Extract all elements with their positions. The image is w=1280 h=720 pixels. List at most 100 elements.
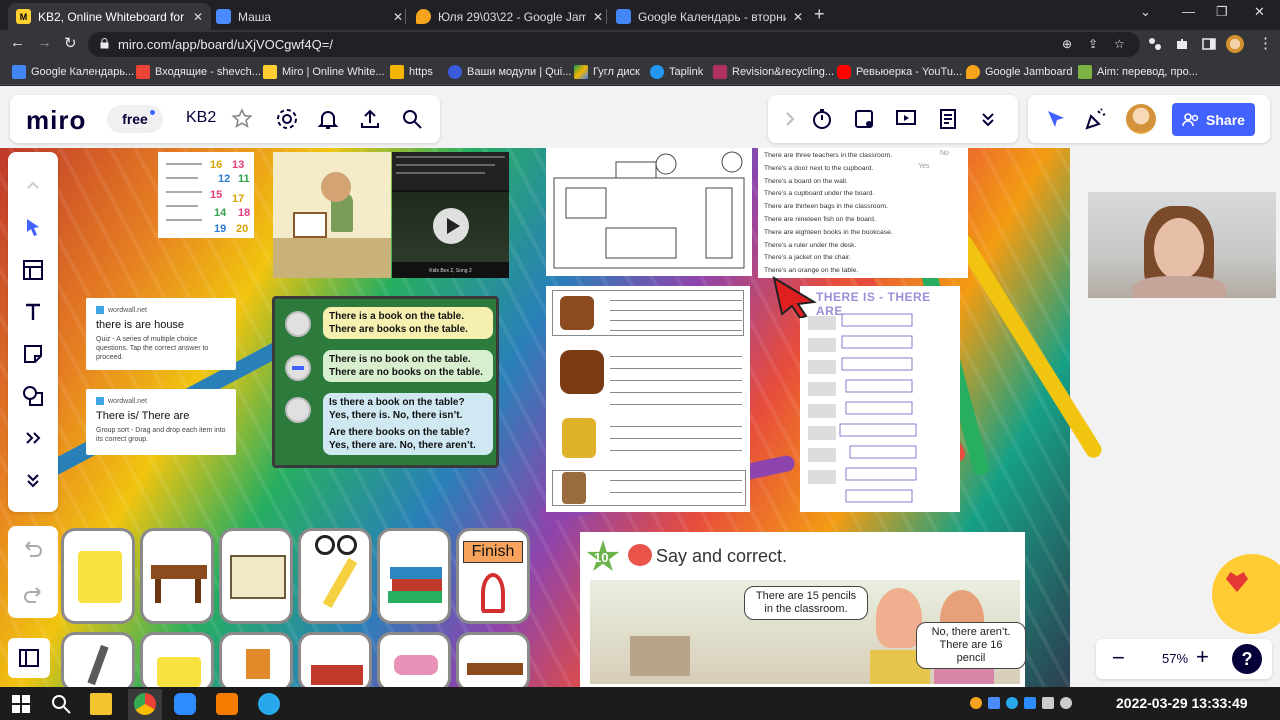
- puzzle-icon[interactable]: [1175, 37, 1189, 51]
- video-card[interactable]: Kids Box 2, Song 2: [392, 152, 509, 278]
- star-icon[interactable]: [230, 107, 254, 131]
- picture-tile-books[interactable]: [377, 528, 451, 624]
- timer-icon[interactable]: [810, 107, 834, 131]
- true-false-list[interactable]: There are three teachers in the classroo…: [758, 148, 968, 278]
- sidepanel-icon[interactable]: [1202, 37, 1216, 51]
- zoom-out-button[interactable]: −: [1112, 645, 1125, 671]
- reload-icon[interactable]: ↻: [64, 34, 77, 52]
- user-avatar[interactable]: [1126, 104, 1156, 134]
- zoom-in-button[interactable]: +: [1196, 644, 1209, 670]
- bookmark-item[interactable]: Revision&recycling...: [713, 64, 834, 80]
- chevron-right-icon[interactable]: [778, 107, 802, 131]
- address-bar[interactable]: miro.com/app/board/uXjVOCgwf4Q=/ ⊕ ⇪ ☆: [88, 32, 1140, 57]
- bookmark-item[interactable]: Ревьюерка - YouTu...: [837, 64, 962, 80]
- wordwall-card[interactable]: wordwall.net there is are house Quiz - A…: [86, 298, 236, 370]
- wordwall-card[interactable]: wordwall.net There is/ There are Group s…: [86, 389, 236, 455]
- tab-calendar[interactable]: Google Календарь - вторник, 29 ✕: [608, 3, 811, 30]
- back-icon[interactable]: ←: [10, 34, 25, 51]
- chevron-down-icon[interactable]: [21, 468, 45, 492]
- picture-tile-finish[interactable]: Finish: [456, 528, 530, 624]
- search-icon[interactable]: [50, 693, 72, 715]
- tab-miro[interactable]: M KB2, Online Whiteboard for Visu ✕: [8, 3, 211, 30]
- extension-icon[interactable]: [1148, 37, 1162, 51]
- number-grid-card[interactable]: 16 13 12 11 15 17 14 18 19 20: [158, 152, 254, 238]
- profile-avatar[interactable]: [1226, 35, 1244, 53]
- presentation-icon[interactable]: [894, 107, 918, 131]
- tab-masha[interactable]: Маша ✕: [208, 3, 411, 30]
- zoom-icon[interactable]: ⊕: [1062, 37, 1072, 51]
- undo-icon[interactable]: [21, 536, 45, 560]
- close-icon[interactable]: ✕: [193, 10, 203, 24]
- plan-badge[interactable]: free: [107, 105, 163, 133]
- windows-start-icon[interactable]: [10, 693, 32, 715]
- tab-search-icon[interactable]: ⌄: [1140, 4, 1151, 20]
- notes-icon[interactable]: [936, 107, 960, 131]
- text-icon[interactable]: [21, 300, 45, 324]
- grammar-card[interactable]: There is a book on the table. There are …: [272, 296, 499, 468]
- picture-tile[interactable]: [219, 632, 293, 687]
- chevron-down-icon[interactable]: [976, 107, 1000, 131]
- close-icon[interactable]: ✕: [593, 10, 603, 24]
- classroom-illustration[interactable]: [273, 152, 391, 278]
- there-is-worksheet[interactable]: THERE IS - THERE ARE: [800, 286, 960, 512]
- board-name[interactable]: KB2: [186, 109, 216, 127]
- file-explorer-icon[interactable]: [90, 693, 112, 715]
- picture-tile[interactable]: [456, 632, 530, 687]
- window-close-icon[interactable]: ✕: [1254, 4, 1265, 20]
- share-button[interactable]: Share: [1172, 103, 1255, 136]
- bookmark-item[interactable]: Taplink: [650, 64, 703, 80]
- minimize-icon[interactable]: —: [1182, 4, 1195, 19]
- upload-icon[interactable]: [358, 107, 382, 131]
- bookmark-item[interactable]: Google Календарь...: [12, 64, 134, 80]
- zoom-level[interactable]: 57%: [1162, 651, 1188, 666]
- settings-icon[interactable]: [275, 107, 299, 131]
- bookmark-item[interactable]: https: [390, 64, 433, 80]
- app-icon[interactable]: [216, 693, 238, 715]
- templates-icon[interactable]: [21, 258, 45, 282]
- sticky-note-icon[interactable]: [21, 342, 45, 366]
- picture-tile-pencil[interactable]: [298, 528, 372, 624]
- reactions-icon[interactable]: [1084, 107, 1108, 131]
- close-icon[interactable]: ✕: [793, 10, 803, 24]
- picture-tile[interactable]: [298, 632, 372, 687]
- picture-tile[interactable]: [140, 632, 214, 687]
- bag-worksheet[interactable]: [546, 286, 750, 512]
- close-icon[interactable]: ✕: [393, 10, 403, 24]
- system-tray[interactable]: [970, 697, 1090, 711]
- picture-tile-crayons[interactable]: [61, 528, 135, 624]
- bookmark-item[interactable]: Входящие - shevch...: [136, 64, 261, 80]
- tab-jamboard[interactable]: Юля 29\03\22 - Google Jamboar ✕: [408, 3, 611, 30]
- miro-logo[interactable]: miro: [26, 105, 86, 136]
- chrome-icon[interactable]: [134, 693, 156, 715]
- play-icon[interactable]: [433, 208, 469, 244]
- say-and-correct-card[interactable]: 10 Say and correct. There are 15 pencils…: [580, 532, 1026, 687]
- chevron-up-icon[interactable]: [21, 174, 45, 198]
- telegram-icon[interactable]: [258, 693, 280, 715]
- select-icon[interactable]: [21, 216, 45, 240]
- picture-tile[interactable]: [377, 632, 451, 687]
- cursor-filter-icon[interactable]: [1044, 107, 1068, 131]
- picture-tile-chart[interactable]: [219, 528, 293, 624]
- bell-icon[interactable]: [316, 107, 340, 131]
- search-icon[interactable]: [400, 107, 424, 131]
- share-page-icon[interactable]: ⇪: [1088, 37, 1098, 51]
- miro-board[interactable]: 16 13 12 11 15 17 14 18 19 20 Kids Box 2…: [0, 86, 1280, 687]
- help-button[interactable]: ?: [1232, 644, 1262, 674]
- frames-panel-button[interactable]: [8, 638, 50, 678]
- bookmark-item[interactable]: Ваши модули | Qui...: [448, 64, 571, 80]
- bookmark-item[interactable]: Google Jamboard: [966, 64, 1072, 80]
- new-tab-button[interactable]: +: [814, 4, 825, 25]
- bookmark-star-icon[interactable]: ☆: [1114, 37, 1125, 51]
- classroom-drawing[interactable]: [546, 148, 752, 276]
- redo-icon[interactable]: [21, 582, 45, 606]
- bookmark-item[interactable]: Miro | Online White...: [263, 64, 385, 80]
- voting-icon[interactable]: [852, 107, 876, 131]
- bookmark-item[interactable]: Гугл диск: [574, 64, 640, 80]
- maximize-icon[interactable]: ❐: [1216, 4, 1228, 20]
- zoom-app-icon[interactable]: [174, 693, 196, 715]
- menu-icon[interactable]: ⋮: [1258, 34, 1273, 52]
- forward-icon[interactable]: →: [37, 34, 52, 51]
- more-tools-icon[interactable]: [21, 426, 45, 450]
- shapes-icon[interactable]: [21, 384, 45, 408]
- taskbar-clock[interactable]: 2022-03-29 13:33:49: [1116, 695, 1248, 711]
